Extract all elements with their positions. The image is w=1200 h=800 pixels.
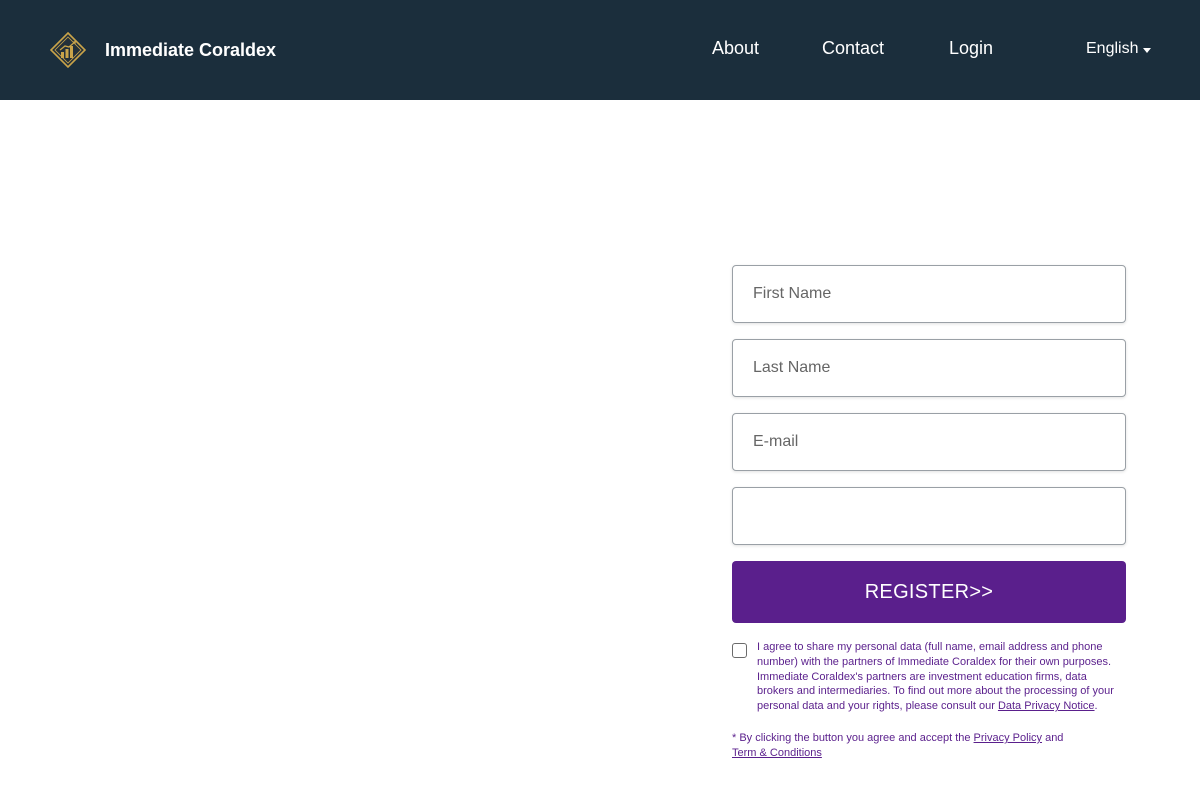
phone-input[interactable] <box>732 487 1126 545</box>
language-label: English <box>1086 40 1139 57</box>
disclaimer-prefix: * By clicking the button you agree and a… <box>732 731 974 744</box>
caret-down-icon <box>1143 47 1152 53</box>
brand-name: Immediate Coraldex <box>105 39 277 60</box>
data-privacy-notice-link[interactable]: Data Privacy Notice <box>998 700 1095 712</box>
nav-login-link[interactable]: Login <box>949 38 993 59</box>
first-name-input[interactable] <box>732 265 1126 323</box>
last-name-input[interactable] <box>732 339 1126 397</box>
consent-checkbox[interactable] <box>732 643 747 658</box>
consent-text: I agree to share my personal data (full … <box>757 640 1126 714</box>
site-header: Immediate Coraldex About Contact Login E… <box>0 0 1200 100</box>
terms-conditions-link[interactable]: Term & Conditions <box>732 747 822 759</box>
consent-suffix: . <box>1094 700 1098 713</box>
disclaimer-middle: and <box>1042 731 1064 744</box>
privacy-policy-link[interactable]: Privacy Policy <box>974 732 1042 744</box>
bar-chart-diamond-logo-icon <box>50 32 86 68</box>
register-button[interactable]: REGISTER>> <box>732 561 1126 623</box>
registration-form: REGISTER>> I agree to share my personal … <box>732 265 1126 761</box>
email-input[interactable] <box>732 413 1126 471</box>
nav-contact-link[interactable]: Contact <box>822 38 884 59</box>
consent-block: I agree to share my personal data (full … <box>732 640 1126 714</box>
disclaimer-text: * By clicking the button you agree and a… <box>732 731 1126 761</box>
brand[interactable]: Immediate Coraldex <box>50 32 276 68</box>
language-selector[interactable]: English <box>1086 40 1152 58</box>
nav-about-link[interactable]: About <box>712 38 759 59</box>
